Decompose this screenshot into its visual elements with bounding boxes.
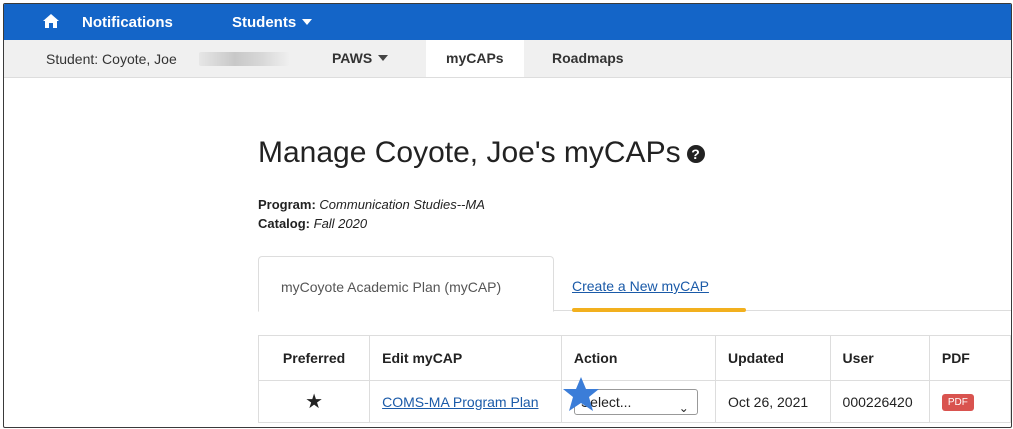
program-value: Communication Studies--MA (319, 197, 485, 212)
updated-cell: Oct 26, 2021 (714, 380, 831, 423)
header-edit-mycap: Edit myCAP (369, 335, 562, 381)
table-row: ★ COMS-MA Program Plan Select... ⌄ Oct 2… (257, 380, 1011, 423)
nav-students[interactable]: Students (232, 14, 313, 31)
page-title: Manage Coyote, Joe's myCAPs? (258, 136, 705, 170)
tab-mycaps[interactable]: myCAPs (426, 40, 524, 77)
page-title-text: Manage Coyote, Joe's myCAPs (258, 136, 681, 169)
table-header-row: Preferred Edit myCAP Action Updated User… (257, 335, 1011, 381)
tab-mycap-plan-label: myCoyote Academic Plan (myCAP) (281, 279, 502, 295)
tab-mycap-plan[interactable]: myCoyote Academic Plan (myCAP) (258, 256, 554, 312)
catalog-value: Fall 2020 (313, 216, 368, 231)
program-label: Program: (258, 197, 316, 212)
edit-cell: COMS-MA Program Plan (369, 380, 562, 423)
program-info: Program: Communication Studies--MA (258, 197, 485, 212)
tab-paws-label: PAWS (332, 50, 373, 66)
pdf-button[interactable]: PDF (941, 394, 974, 411)
star-annotation-icon (563, 377, 599, 411)
chevron-down-icon (378, 55, 389, 61)
tab-roadmaps[interactable]: Roadmaps (532, 40, 644, 77)
top-navbar: Notifications Students (4, 4, 1011, 40)
nav-students-label: Students (232, 14, 297, 31)
header-user: User (829, 335, 930, 381)
student-subnav: Student: Coyote, Joe PAWS myCAPs Roadmap… (4, 40, 1011, 78)
header-preferred: Preferred (257, 335, 371, 381)
app-window: Notifications Students Student: Coyote, … (3, 3, 1012, 428)
pdf-cell: PDF (928, 380, 1011, 423)
create-new-mycap-link[interactable]: Create a New myCAP (572, 278, 709, 294)
chevron-down-icon (302, 19, 313, 25)
catalog-info: Catalog: Fall 2020 (258, 216, 367, 231)
nav-notifications[interactable]: Notifications (82, 14, 173, 31)
preferred-cell: ★ (257, 380, 371, 423)
plan-link[interactable]: COMS-MA Program Plan (382, 394, 538, 410)
catalog-label: Catalog: (258, 216, 310, 231)
highlight-underline (572, 308, 746, 312)
plan-tabs: myCoyote Academic Plan (myCAP) Create a … (258, 256, 1011, 312)
user-cell: 000226420 (829, 380, 930, 423)
chevron-down-icon: ⌄ (678, 400, 689, 415)
header-action: Action (560, 335, 716, 381)
header-pdf: PDF (928, 335, 1011, 381)
student-name: Student: Coyote, Joe (46, 51, 177, 67)
header-updated: Updated (714, 335, 831, 381)
help-icon[interactable]: ? (686, 145, 705, 163)
tab-paws[interactable]: PAWS (312, 40, 408, 77)
star-icon[interactable]: ★ (305, 391, 323, 413)
home-icon[interactable] (42, 13, 60, 29)
mycap-table: Preferred Edit myCAP Action Updated User… (257, 335, 1011, 423)
redacted-student-id (199, 52, 289, 66)
